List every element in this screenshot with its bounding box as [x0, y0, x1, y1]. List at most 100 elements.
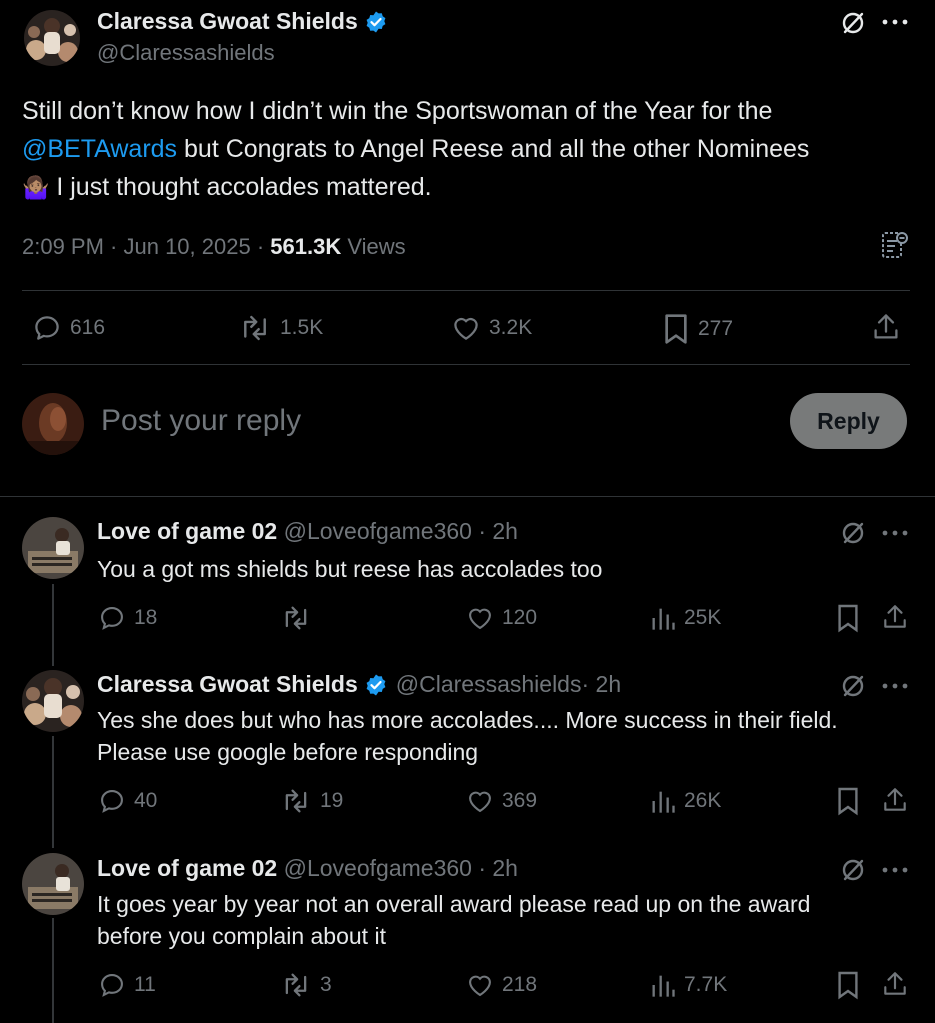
- more-options-icon[interactable]: [882, 19, 908, 25]
- bookmark-button[interactable]: [836, 603, 868, 633]
- grok-icon[interactable]: [840, 673, 866, 699]
- analytics-icon: [652, 975, 675, 997]
- share-icon: [884, 972, 906, 995]
- views-button[interactable]: 7.7K: [650, 971, 727, 999]
- reply-button[interactable]: 11: [98, 971, 156, 999]
- reply-time[interactable]: · 2h: [472, 855, 518, 881]
- reply-submit-button[interactable]: Reply: [790, 393, 907, 449]
- reply-author-handle[interactable]: @Loveofgame360: [284, 518, 472, 544]
- grok-icon[interactable]: [840, 520, 866, 546]
- like-count: 218: [502, 973, 538, 996]
- reply-icon: [101, 790, 123, 813]
- bookmark-count: 277: [698, 317, 734, 340]
- repost-count: 1.5K: [280, 316, 324, 339]
- reply-text-line: It goes year by year not an overall awar…: [97, 891, 811, 917]
- views-label: Views: [341, 234, 406, 259]
- thread-line: [52, 736, 54, 848]
- heart-icon: [454, 317, 478, 340]
- like-button[interactable]: 369: [466, 787, 537, 815]
- reply-count: 18: [134, 606, 158, 629]
- reply-avatar[interactable]: [22, 670, 84, 732]
- repost-icon: [285, 973, 307, 997]
- share-button[interactable]: [882, 603, 916, 631]
- reply-time[interactable]: · 2h: [472, 518, 518, 544]
- post-text: Still don’t know how I didn’t win the Sp…: [22, 92, 922, 207]
- post-text-line-1: Still don’t know how I didn’t win the Sp…: [22, 97, 773, 125]
- reply-button[interactable]: 40: [98, 787, 157, 815]
- grok-icon[interactable]: [840, 10, 866, 36]
- post-text-line-3: I just thought accolades mattered.: [49, 173, 432, 201]
- analytics-icon: [652, 608, 675, 630]
- share-button[interactable]: [882, 970, 916, 998]
- post-timestamp[interactable]: 2:09 PM · Jun 10, 2025 ·: [22, 234, 270, 259]
- reply-count: 11: [134, 973, 156, 996]
- reply-text: It goes year by year not an overall awar…: [97, 888, 897, 952]
- reply-author-handle[interactable]: @Claressashields: [396, 671, 582, 698]
- author-name[interactable]: Claressa Gwoat Shields: [97, 8, 358, 35]
- heart-icon: [469, 975, 491, 997]
- bookmark-icon: [838, 787, 858, 816]
- reply-avatar[interactable]: [22, 853, 84, 915]
- author-handle[interactable]: @Claressashields: [97, 40, 275, 66]
- bookmark-button[interactable]: [836, 970, 868, 1000]
- mention-link[interactable]: @BETAwards: [22, 135, 177, 163]
- grok-icon[interactable]: [840, 857, 866, 883]
- heart-icon: [469, 608, 491, 630]
- bookmark-button[interactable]: [836, 786, 868, 816]
- views-count: 561.3K: [270, 234, 342, 259]
- verified-badge-icon: [364, 673, 388, 697]
- reply-author-name[interactable]: Claressa Gwoat Shields: [97, 671, 358, 698]
- reply-text: You a got ms shields but reese has accol…: [97, 556, 603, 582]
- bookmark-button[interactable]: 277: [662, 313, 733, 345]
- share-button[interactable]: [872, 312, 908, 342]
- reply-input[interactable]: Post your reply: [101, 404, 301, 438]
- reply-author-name[interactable]: Love of game 02: [97, 518, 277, 544]
- more-options-icon[interactable]: [882, 867, 908, 873]
- current-user-avatar[interactable]: [22, 393, 84, 455]
- post-analytics-icon[interactable]: [881, 230, 909, 260]
- reply-text-line: before you complain about it: [97, 923, 386, 949]
- repost-icon: [244, 315, 266, 341]
- reply-button[interactable]: 18: [98, 604, 157, 632]
- more-options-icon[interactable]: [882, 683, 908, 689]
- reply-author-handle[interactable]: @Loveofgame360: [284, 855, 472, 881]
- more-options-icon[interactable]: [882, 530, 908, 536]
- repost-icon: [285, 789, 307, 813]
- repost-icon: [285, 606, 307, 630]
- share-button[interactable]: [882, 786, 916, 814]
- like-button[interactable]: 218: [466, 971, 537, 999]
- views-button[interactable]: 25K: [650, 604, 721, 632]
- views-button[interactable]: 26K: [650, 787, 721, 815]
- views-count: 25K: [684, 606, 722, 629]
- bookmark-icon: [838, 971, 858, 1000]
- verified-badge-icon: [364, 10, 388, 34]
- post-text-line-2: but Congrats to Angel Reese and all the …: [177, 135, 810, 163]
- repost-button[interactable]: 3: [280, 971, 332, 999]
- share-icon: [874, 314, 898, 339]
- reply-author-name[interactable]: Love of game 02: [97, 855, 277, 881]
- section-divider: [0, 496, 935, 497]
- reply-button[interactable]: 616: [32, 313, 105, 343]
- reply-text: Yes she does but who has more accolades.…: [97, 704, 897, 768]
- views-count: 26K: [684, 789, 722, 812]
- like-count: 120: [502, 606, 538, 629]
- like-button[interactable]: 3.2K: [451, 313, 532, 343]
- reply-count: 616: [70, 316, 106, 339]
- like-button[interactable]: 120: [466, 604, 537, 632]
- reply-avatar[interactable]: [22, 517, 84, 579]
- thread-line: [52, 918, 54, 1023]
- repost-button[interactable]: 1.5K: [238, 313, 323, 343]
- repost-button[interactable]: 19: [280, 787, 343, 815]
- like-count: 369: [502, 789, 538, 812]
- bookmark-icon: [665, 314, 687, 344]
- repost-count: 19: [320, 789, 344, 812]
- reply-text-line: Please use google before responding: [97, 739, 479, 765]
- heart-icon: [469, 791, 491, 813]
- reply-icon: [35, 316, 59, 340]
- divider: [22, 364, 910, 365]
- repost-button[interactable]: [280, 604, 320, 632]
- author-avatar[interactable]: [24, 10, 80, 66]
- reply-time[interactable]: · 2h: [581, 671, 621, 698]
- shrug-emoji: 🤷🏽‍♀️: [22, 175, 50, 200]
- thread-line: [52, 584, 54, 666]
